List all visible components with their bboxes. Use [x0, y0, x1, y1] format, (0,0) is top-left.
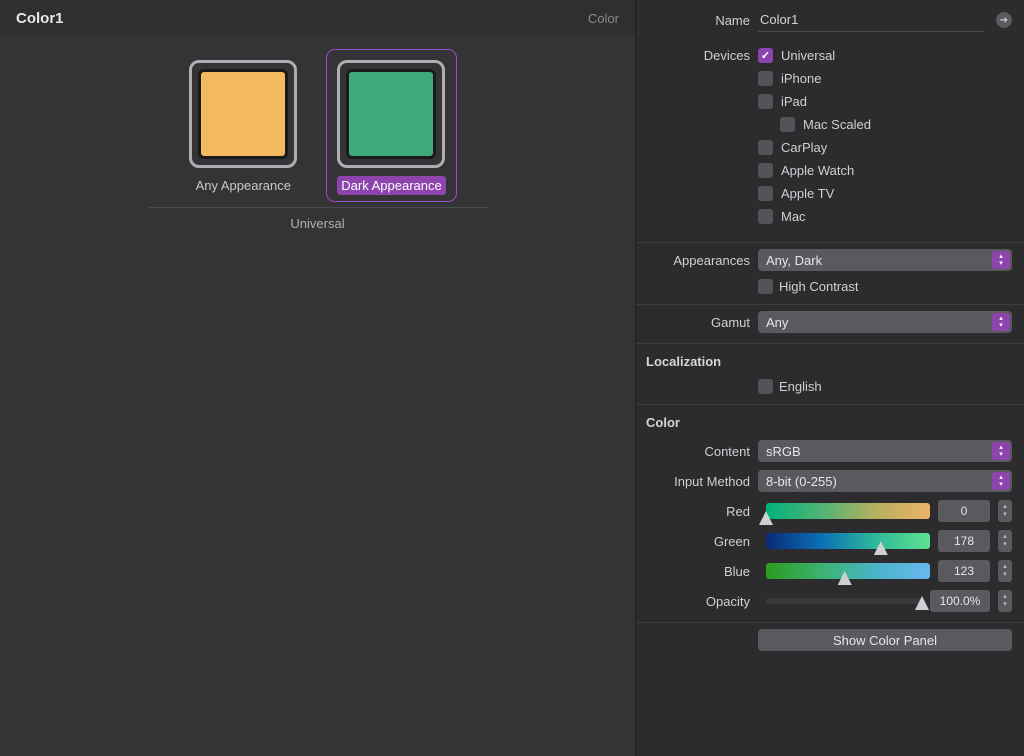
- red-slider[interactable]: [766, 503, 930, 519]
- device-checkbox-mac-scaled[interactable]: [780, 117, 795, 132]
- swatch-frame: [189, 60, 297, 168]
- content-popup[interactable]: sRGB: [758, 440, 1012, 462]
- blue-slider[interactable]: [766, 563, 930, 579]
- asset-canvas: Color1 Color Any Appearance Dark Appeara…: [0, 0, 636, 756]
- asset-header: Color1 Color: [0, 0, 635, 36]
- slider-thumb-icon[interactable]: [759, 511, 773, 525]
- device-label: Apple TV: [781, 186, 834, 201]
- device-checkbox-mac[interactable]: [758, 209, 773, 224]
- gamut-popup[interactable]: Any: [758, 311, 1012, 333]
- content-value: sRGB: [766, 444, 801, 459]
- devices-label: Devices: [636, 46, 758, 63]
- opacity-slider[interactable]: [766, 598, 922, 604]
- device-label: Universal: [781, 48, 835, 63]
- show-color-panel-button[interactable]: Show Color Panel: [758, 629, 1012, 651]
- swatch-color: [198, 69, 288, 159]
- swatch-label: Dark Appearance: [337, 176, 445, 195]
- opacity-label: Opacity: [636, 594, 758, 609]
- red-stepper[interactable]: [998, 500, 1012, 522]
- blue-value[interactable]: 123: [938, 560, 990, 582]
- slider-thumb-icon[interactable]: [838, 571, 852, 585]
- green-value[interactable]: 178: [938, 530, 990, 552]
- device-label: Mac: [781, 209, 806, 224]
- attributes-inspector: Name ➔ Devices Universal iPhone iPad Mac…: [636, 0, 1024, 756]
- name-field[interactable]: [758, 8, 984, 32]
- name-navigate-icon[interactable]: ➔: [996, 12, 1012, 28]
- green-stepper[interactable]: [998, 530, 1012, 552]
- name-label: Name: [636, 13, 758, 28]
- blue-label: Blue: [636, 564, 758, 579]
- content-label: Content: [636, 444, 758, 459]
- slider-thumb-icon[interactable]: [915, 596, 929, 610]
- swatch-group-label: Universal: [148, 207, 488, 231]
- device-label: Apple Watch: [781, 163, 854, 178]
- slider-thumb-icon[interactable]: [874, 541, 888, 555]
- device-label: CarPlay: [781, 140, 827, 155]
- red-label: Red: [636, 504, 758, 519]
- device-label: iPhone: [781, 71, 821, 86]
- device-checkbox-carplay[interactable]: [758, 140, 773, 155]
- color-heading: Color: [636, 404, 1024, 436]
- high-contrast-checkbox[interactable]: [758, 279, 773, 294]
- appearances-label: Appearances: [636, 253, 758, 268]
- popup-arrows-icon: [992, 442, 1010, 460]
- device-checkbox-iphone[interactable]: [758, 71, 773, 86]
- input-method-popup[interactable]: 8-bit (0-255): [758, 470, 1012, 492]
- swatch-any-appearance[interactable]: Any Appearance: [183, 54, 303, 197]
- input-method-label: Input Method: [636, 474, 758, 489]
- swatch-frame: [337, 60, 445, 168]
- popup-arrows-icon: [992, 313, 1010, 331]
- popup-arrows-icon: [992, 251, 1010, 269]
- device-checkbox-universal[interactable]: [758, 48, 773, 63]
- gamut-value: Any: [766, 315, 788, 330]
- high-contrast-label: High Contrast: [779, 279, 858, 294]
- blue-stepper[interactable]: [998, 560, 1012, 582]
- swatch-dark-appearance[interactable]: Dark Appearance: [331, 54, 451, 197]
- localization-english-checkbox[interactable]: [758, 379, 773, 394]
- popup-arrows-icon: [992, 472, 1010, 490]
- green-slider[interactable]: [766, 533, 930, 549]
- swatch-color: [346, 69, 436, 159]
- swatch-row: Any Appearance Dark Appearance: [183, 54, 451, 197]
- device-checkbox-apple-watch[interactable]: [758, 163, 773, 178]
- localization-heading: Localization: [636, 343, 1024, 375]
- green-label: Green: [636, 534, 758, 549]
- opacity-value[interactable]: 100.0%: [930, 590, 990, 612]
- asset-title: Color1: [16, 10, 64, 27]
- swatch-label: Any Appearance: [192, 176, 295, 195]
- appearances-popup[interactable]: Any, Dark: [758, 249, 1012, 271]
- localization-english-label: English: [779, 379, 822, 394]
- devices-list: Universal iPhone iPad Mac Scaled CarPlay…: [758, 46, 871, 232]
- appearances-value: Any, Dark: [766, 253, 822, 268]
- red-value[interactable]: 0: [938, 500, 990, 522]
- input-method-value: 8-bit (0-255): [766, 474, 837, 489]
- device-checkbox-ipad[interactable]: [758, 94, 773, 109]
- gamut-label: Gamut: [636, 315, 758, 330]
- asset-area: Any Appearance Dark Appearance Universal: [0, 36, 635, 756]
- device-label: Mac Scaled: [803, 117, 871, 132]
- device-label: iPad: [781, 94, 807, 109]
- device-checkbox-apple-tv[interactable]: [758, 186, 773, 201]
- asset-kind-label: Color: [588, 11, 619, 26]
- opacity-stepper[interactable]: [998, 590, 1012, 612]
